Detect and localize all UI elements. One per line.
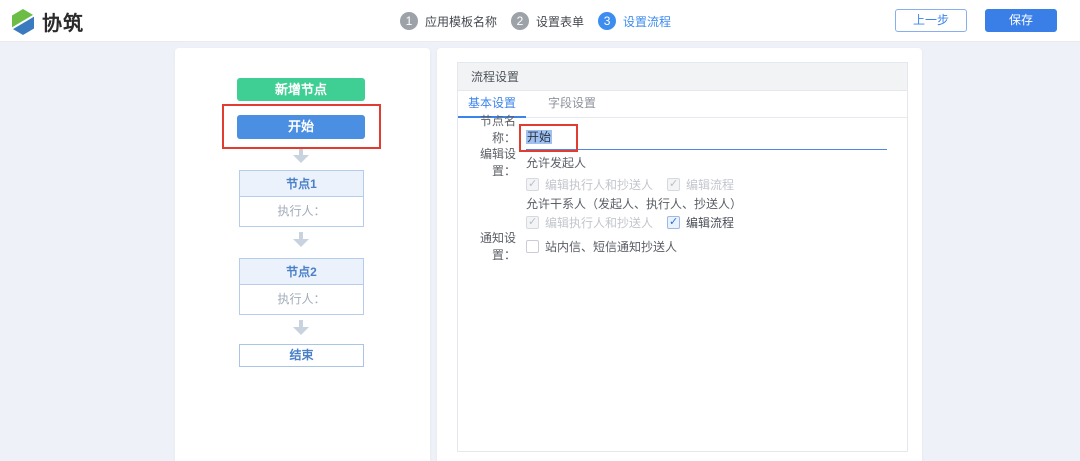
step-set-form[interactable]: 2 设置表单 [511,12,584,30]
stakeholder-edit-flow-label: 编辑流程 [686,214,734,231]
step-3-circle: 3 [598,12,616,30]
notify-option-label: 站内信、短信通知抄送人 [545,238,677,255]
step-3-label: 设置流程 [623,13,671,30]
start-node-button[interactable]: 开始 [237,115,365,139]
stakeholder-edit-executor-option: 编辑执行人和抄送人 [526,214,653,231]
logo-hexagon-icon [10,9,36,35]
topbar-actions: 上一步 保存 [895,9,1057,32]
allow-initiator-text: 允许发起人 [526,154,586,171]
notify-settings-label: 通知设置： [458,229,516,263]
logo-text: 协筑 [42,7,84,36]
node-2-executor: 执行人： [240,285,363,314]
app-logo: 协筑 [10,7,84,36]
node-2-title: 节点2 [240,259,363,285]
checkbox-disabled-checked-icon [667,178,680,191]
panel-title: 流程设置 [458,63,907,91]
save-button[interactable]: 保存 [985,9,1057,32]
top-bar: 协筑 1 应用模板名称 2 设置表单 3 设置流程 上一步 保存 [0,0,1080,42]
initiator-edit-executor-option: 编辑执行人和抄送人 [526,176,653,193]
checkbox-disabled-checked-icon [526,178,539,191]
arrow-down-icon [293,232,309,247]
node-name-value: 开始 [526,130,552,144]
edit-settings-label: 编辑设置： [458,145,516,179]
stakeholder-options-row: 编辑执行人和抄送人 编辑流程 [458,214,734,230]
checkbox-checked-icon[interactable] [667,216,680,229]
settings-form: 节点名称： 开始 编辑设置： 允许发起人 编辑执行人和抄送人 编辑流程 [458,118,907,451]
step-2-circle: 2 [511,12,529,30]
checkbox-disabled-checked-icon [526,216,539,229]
end-node[interactable]: 结束 [239,344,364,367]
notify-settings-row: 通知设置： 站内信、短信通知抄送人 [458,238,677,254]
flow-settings-panel: 流程设置 基本设置 字段设置 节点名称： 开始 编辑设置： 允许发起人 [457,62,908,452]
initiator-edit-flow-label: 编辑流程 [686,176,734,193]
notify-option: 站内信、短信通知抄送人 [526,238,677,255]
node-1-executor: 执行人： [240,197,363,226]
node-name-input[interactable]: 开始 [526,128,887,150]
settings-tabs: 基本设置 字段设置 [458,91,907,118]
initiator-edit-flow-option: 编辑流程 [667,176,734,193]
checkbox-unchecked-icon[interactable] [526,240,539,253]
initiator-options-row: 编辑执行人和抄送人 编辑流程 [458,176,734,192]
flow-settings-card: 流程设置 基本设置 字段设置 节点名称： 开始 编辑设置： 允许发起人 [437,48,922,461]
allow-stakeholder-text: 允许干系人（发起人、执行人、抄送人） [526,195,742,212]
initiator-edit-executor-label: 编辑执行人和抄送人 [545,176,653,193]
previous-step-button[interactable]: 上一步 [895,9,967,32]
allow-stakeholder-row: 允许干系人（发起人、执行人、抄送人） [458,195,742,211]
flow-node-1[interactable]: 节点1 执行人： [239,170,364,227]
step-app-template-name[interactable]: 1 应用模板名称 [400,12,497,30]
arrow-down-icon [293,320,309,335]
step-set-flow[interactable]: 3 设置流程 [598,12,671,30]
step-1-circle: 1 [400,12,418,30]
step-2-label: 设置表单 [536,13,584,30]
flow-node-2[interactable]: 节点2 执行人： [239,258,364,315]
stakeholder-edit-executor-label: 编辑执行人和抄送人 [545,214,653,231]
step-1-label: 应用模板名称 [425,13,497,30]
tab-field-settings[interactable]: 字段设置 [538,91,606,118]
add-node-button[interactable]: 新增节点 [237,78,365,101]
edit-settings-row: 编辑设置： 允许发起人 [458,154,586,170]
flow-diagram-card: 新增节点 开始 节点1 执行人： 节点2 执行人： 结束 [175,48,430,461]
stakeholder-edit-flow-option: 编辑流程 [667,214,734,231]
node-name-row: 节点名称： 开始 [458,126,907,150]
arrow-down-icon [293,148,309,163]
wizard-steps: 1 应用模板名称 2 设置表单 3 设置流程 [400,0,671,42]
node-1-title: 节点1 [240,171,363,197]
